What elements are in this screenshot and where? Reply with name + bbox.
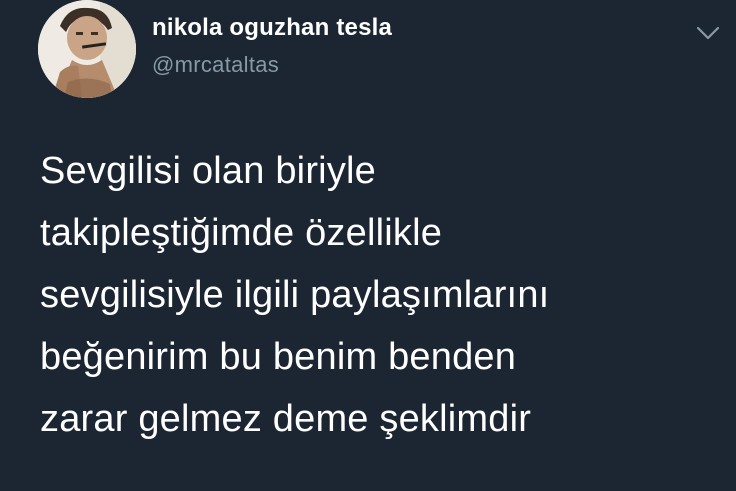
- display-name[interactable]: nikola oguzhan tesla: [152, 14, 392, 42]
- tweet-text: Sevgilisi olan biriyle takipleştiğimde ö…: [40, 140, 720, 450]
- avatar[interactable]: [38, 0, 136, 98]
- profile-photo-icon: [38, 0, 136, 98]
- tweet-text-line: sevgilisiyle ilgili paylaşımlarını: [40, 274, 550, 316]
- user-handle[interactable]: @mrcataltas: [152, 52, 279, 78]
- chevron-down-icon[interactable]: [694, 22, 722, 44]
- tweet-card: nikola oguzhan tesla @mrcataltas Sevgili…: [0, 0, 736, 491]
- tweet-text-line: zarar gelmez deme şeklimdir: [40, 398, 532, 440]
- tweet-text-line: Sevgilisi olan biriyle: [40, 150, 376, 192]
- tweet-text-line: takipleştiğimde özellikle: [40, 212, 443, 254]
- tweet-text-line: beğenirim bu benim benden: [40, 336, 517, 378]
